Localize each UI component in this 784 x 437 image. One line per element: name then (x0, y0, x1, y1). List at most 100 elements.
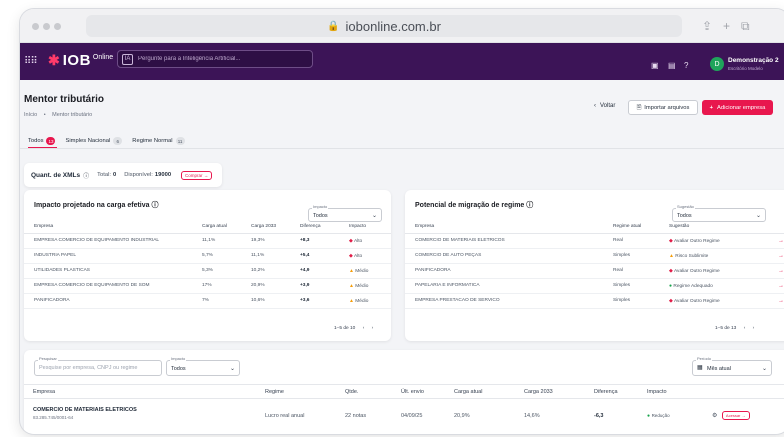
suggestion-text: Avaliar Outro Regime (673, 298, 720, 304)
user-name[interactable]: Demonstração 2 (728, 57, 779, 64)
suggestion-filter-select[interactable]: Sugestão Todos ⌄ (672, 204, 766, 222)
arrow-right-icon[interactable]: → (778, 268, 784, 274)
period-select[interactable]: Período Mês atual ▦ ⌄ (692, 356, 772, 376)
cell-ultimo-envio: 04/09/25 (401, 413, 423, 419)
xml-total-value: 0 (113, 172, 117, 178)
iob-logo[interactable]: ✱ IOB Online (48, 52, 113, 69)
window-minimize-dot[interactable] (43, 23, 50, 30)
col-header[interactable]: Impacto (339, 221, 391, 234)
back-button[interactable]: ‹ Voltar (594, 103, 615, 109)
table-row[interactable]: PANIFICADORA Real ◆ Avaliar Outro Regime… (405, 263, 784, 279)
table-row[interactable]: EMPRESA PRESTACAO DE SERVICO Simples ◆ A… (405, 293, 784, 309)
high-impact-icon: ◆ (349, 252, 353, 259)
avatar[interactable]: D (710, 57, 724, 71)
chevron-down-icon: ⌄ (371, 212, 377, 219)
col-header[interactable]: Regime (256, 384, 336, 399)
apps-grid-icon[interactable]: ⠿⠿ (24, 56, 38, 67)
table-row[interactable]: COMERCIO DE AUTO PEÇAS Simples ▲ Risco S… (405, 248, 784, 264)
suggestion-text: Avaliar Outro Regime (673, 238, 720, 244)
table-row[interactable]: UTILIDADES PLASTICAS 5,3% 10,2% +4,9 ▲ M… (24, 263, 391, 279)
impact-card: Impacto projetado na carga efetiva ⓘ Imp… (24, 190, 391, 341)
window-zoom-dot[interactable] (54, 23, 61, 30)
col-header[interactable]: Sugestão (659, 221, 768, 234)
col-header[interactable]: Qtde. (336, 384, 392, 399)
cell-impacto: ◆ Alto (339, 233, 391, 249)
xml-available-value: 19000 (154, 172, 172, 178)
import-files-button[interactable]: 🗎 Importar arquivos (628, 100, 698, 115)
table-row[interactable]: PAPELARIA E INFORMATICA Simples ● Regime… (405, 278, 784, 294)
cell-empresa: COMERCIO DE AUTO PEÇAS (405, 248, 603, 264)
arrow-right-icon[interactable]: → (778, 298, 784, 304)
col-header[interactable]: Diferença (585, 384, 638, 399)
buy-button[interactable]: Comprar → (181, 170, 213, 180)
table-row[interactable]: EMPRESA COMERCIO DE EQUIPAMENTO DE SOM 1… (24, 278, 391, 294)
col-header[interactable]: Últ. envio (392, 384, 445, 399)
col-header[interactable]: Carga atual (192, 221, 241, 234)
new-tab-icon[interactable]: + (723, 19, 730, 33)
ai-question-box[interactable]: IA (117, 50, 313, 68)
col-header[interactable]: Carga 2033 (241, 221, 290, 234)
impact-text: Médio (355, 268, 369, 274)
arrow-right-icon[interactable]: → (778, 253, 784, 259)
cell-sugestao: ◆ Avaliar Outro Regime (659, 293, 768, 309)
info-icon[interactable]: ⓘ (152, 202, 159, 209)
ai-question-input[interactable] (138, 56, 298, 62)
window-close-dot[interactable] (32, 23, 39, 30)
col-header[interactable]: Impacto (638, 384, 703, 399)
col-header[interactable]: Carga 2033 (515, 384, 585, 399)
tab-simples-nacional[interactable]: Simples Nacional 6 (65, 137, 123, 145)
table-row[interactable]: INDUSTRIA PAPEL 5,7% 11,1% +5,4 ◆ Alto (24, 248, 391, 264)
cell-carga-2033: 20,9% (241, 278, 290, 294)
table-row[interactable]: PANIFICADORA 7% 10,6% +3,6 ▲ Médio (24, 293, 391, 309)
tabs-overview-icon[interactable]: ⧉ (741, 19, 750, 34)
impact-select[interactable]: Impacto Todos ⌄ (166, 356, 240, 376)
period-select-label: Período (696, 356, 713, 361)
chevron-right-icon[interactable]: › (372, 326, 374, 331)
col-header[interactable]: Empresa (24, 384, 256, 399)
chevron-left-icon[interactable]: ‹ (363, 326, 365, 331)
document-icon[interactable]: ▤ (668, 61, 676, 70)
col-header[interactable]: Diferença (290, 221, 339, 234)
access-button[interactable]: Acessar → (721, 411, 750, 420)
add-company-button[interactable]: + Adicionar empresa (702, 100, 773, 115)
tab-regime-normal[interactable]: Regime Normal 11 (132, 137, 185, 145)
tab-label: Todos (28, 138, 44, 144)
col-header[interactable]: Empresa (405, 221, 603, 234)
search-input[interactable] (39, 365, 157, 371)
cell-impacto: ▲ Médio (339, 293, 391, 309)
cell-regime: Real (603, 263, 659, 279)
gear-icon[interactable]: ⚙ (712, 413, 717, 419)
cell-carga-atual: 7% (192, 293, 241, 309)
table-row[interactable]: COMERCIO DE MATERIAIS ELETRICOS 83.285.7… (24, 399, 784, 420)
briefcase-icon[interactable]: ▣ (651, 61, 659, 70)
info-icon[interactable]: ⓘ (83, 171, 89, 180)
col-header[interactable]: Carga atual (445, 384, 515, 399)
impact-filter-select[interactable]: Impacto Todos ⌄ (308, 204, 382, 222)
cell-action: → (768, 278, 784, 294)
chevron-left-icon[interactable]: ‹ (744, 326, 746, 331)
impact-select-label: Impacto (170, 356, 187, 361)
company-search[interactable]: Pesquisar (34, 356, 162, 376)
chevron-right-icon[interactable]: › (753, 326, 755, 331)
col-header-empty (703, 384, 784, 399)
cell-carga-2033: 11,1% (241, 248, 290, 264)
cell-sugestao: ● Regime Adequado (659, 278, 768, 294)
tab-todos[interactable]: Todos 13 (28, 137, 56, 145)
share-icon[interactable]: ⇪ (702, 19, 712, 33)
page-title: Mentor tributário (24, 94, 104, 105)
arrow-right-icon[interactable]: → (778, 283, 784, 289)
breadcrumb-home[interactable]: Início (24, 112, 37, 118)
impact-select-value: Todos (171, 365, 186, 372)
cell-sugestao: ◆ Avaliar Outro Regime (659, 263, 768, 279)
help-icon[interactable]: ? (684, 61, 688, 70)
impact-text: Alto (353, 238, 363, 244)
chevron-down-icon: ⌄ (755, 212, 761, 219)
table-row[interactable]: COMERCIO DE MATERIAIS ELETRICOS Real ◆ A… (405, 233, 784, 249)
arrow-right-icon[interactable]: → (778, 238, 784, 244)
pagination-text: 1–5 de 10 (334, 326, 356, 331)
address-bar[interactable]: 🔒 iobonline.com.br (86, 15, 682, 37)
info-icon[interactable]: ⓘ (526, 202, 533, 209)
col-header[interactable]: Empresa (24, 221, 192, 234)
table-row[interactable]: EMPRESA COMERCIO DE EQUIPAMENTO INDUSTRI… (24, 233, 391, 249)
col-header[interactable]: Regime atual (603, 221, 659, 234)
